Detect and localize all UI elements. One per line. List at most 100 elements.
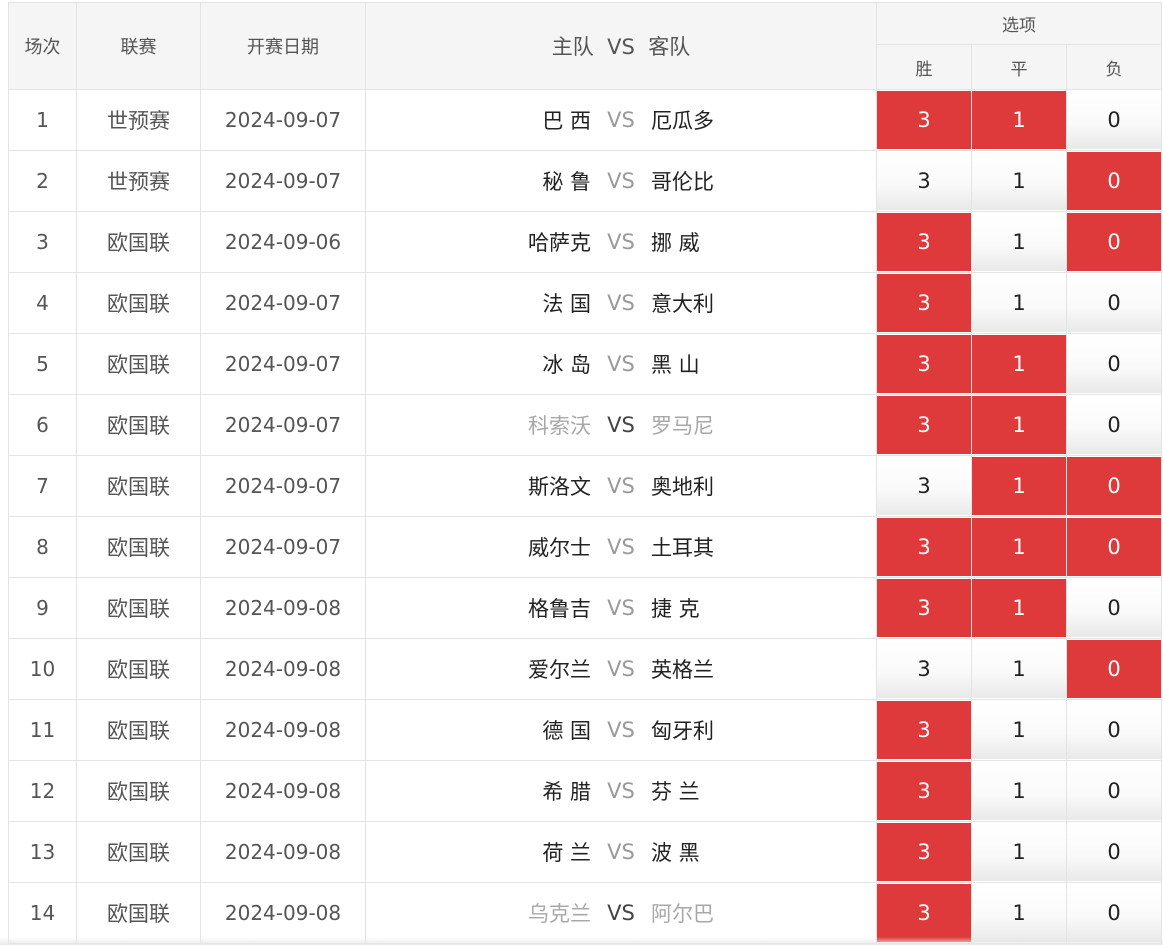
option-lose-button[interactable]: 0 <box>1067 701 1161 759</box>
table-row: 9 欧国联 2024-09-08 格鲁吉 VS 捷 克 310 <box>8 577 1162 639</box>
vs-label: VS <box>607 901 635 925</box>
row-league: 欧国联 <box>76 211 201 273</box>
option-cell: 1 <box>971 638 1067 700</box>
table-row: 13 欧国联 2024-09-08 荷 兰 VS 波 黑 310 <box>8 821 1162 883</box>
row-league: 欧国联 <box>76 516 201 578</box>
option-cell: 0 <box>1066 638 1162 700</box>
row-index: 9 <box>8 577 77 639</box>
row-index: 5 <box>8 333 77 395</box>
option-draw-button[interactable]: 1 <box>972 762 1066 820</box>
table-row: 2 世预赛 2024-09-07 秘 鲁 VS 哥伦比 3 1 0 <box>8 150 1162 212</box>
option-win-button[interactable]: 3 <box>877 640 971 698</box>
row-index: 7 <box>8 455 77 517</box>
option-lose-button[interactable]: 0 <box>1067 335 1161 393</box>
row-index: 10 <box>8 638 77 700</box>
option-win-button[interactable]: 3 <box>877 823 971 881</box>
option-lose-button[interactable]: 0 <box>1067 457 1161 515</box>
home-team: 法 国 <box>542 292 591 316</box>
option-draw-button[interactable]: 1 <box>972 884 1066 942</box>
option-win-button[interactable]: 3 <box>877 579 971 637</box>
option-draw-button[interactable]: 1 <box>972 579 1066 637</box>
option-draw-button[interactable]: 1 <box>972 396 1066 454</box>
option-win-button[interactable]: 3 <box>877 152 971 210</box>
option-draw-button[interactable]: 1 <box>972 640 1066 698</box>
home-team: 荷 兰 <box>542 841 591 865</box>
option-cell: 3 <box>876 150 972 212</box>
option-lose-button[interactable]: 0 <box>1067 518 1161 576</box>
row-index: 1 <box>8 89 77 151</box>
row-match: 乌克兰 VS 阿尔巴 <box>365 882 877 944</box>
option-cell: 0 <box>1066 699 1162 761</box>
option-win-button[interactable]: 3 <box>877 335 971 393</box>
option-draw-button[interactable]: 1 <box>972 335 1066 393</box>
option-lose-button[interactable]: 0 <box>1067 152 1161 210</box>
row-league: 世预赛 <box>76 150 201 212</box>
option-win-button[interactable]: 3 <box>877 213 971 271</box>
away-team: 捷 克 <box>651 597 700 621</box>
away-team: 厄瓜多 <box>651 109 714 133</box>
option-cell: 0 <box>1066 89 1162 151</box>
option-win-button[interactable]: 3 <box>877 518 971 576</box>
vs-label: VS <box>607 352 635 376</box>
option-lose-button[interactable]: 0 <box>1067 396 1161 454</box>
vs-label: VS <box>607 718 635 742</box>
row-league: 欧国联 <box>76 699 201 761</box>
table-row: 1 世预赛 2024-09-07 巴 西 VS 厄瓜多 3 1 0 <box>8 89 1162 151</box>
option-lose-button[interactable]: 0 <box>1067 91 1161 149</box>
option-draw-button[interactable]: 1 <box>972 274 1066 332</box>
home-team: 乌克兰 <box>528 902 591 926</box>
header-vs: VS <box>607 35 635 59</box>
home-team: 格鲁吉 <box>528 597 591 621</box>
option-cell: 1 <box>971 211 1067 273</box>
row-match: 威尔士 VS 土耳其 <box>365 516 877 578</box>
option-win-button[interactable]: 3 <box>877 884 971 942</box>
option-lose-button[interactable]: 0 <box>1067 274 1161 332</box>
option-lose-button[interactable]: 0 <box>1067 823 1161 881</box>
option-cell: 1 <box>971 272 1067 334</box>
option-draw-button[interactable]: 1 <box>972 701 1066 759</box>
header-away: 客队 <box>648 35 691 59</box>
row-index: 8 <box>8 516 77 578</box>
vs-label: VS <box>607 657 635 681</box>
option-win-button[interactable]: 3 <box>877 762 971 820</box>
away-team: 英格兰 <box>651 658 714 682</box>
option-win-button[interactable]: 3 <box>877 91 971 149</box>
vs-label: VS <box>607 474 635 498</box>
header-options: 选项 <box>876 2 1162 45</box>
option-win-button[interactable]: 3 <box>877 274 971 332</box>
option-win-button[interactable]: 3 <box>877 701 971 759</box>
option-cell: 3 <box>876 516 972 578</box>
option-draw-button[interactable]: 1 <box>972 152 1066 210</box>
away-team: 哥伦比 <box>651 170 714 194</box>
option-cell: 1 <box>971 882 1067 944</box>
option-lose-button[interactable]: 0 <box>1067 640 1161 698</box>
table-row: 7 欧国联 2024-09-07 斯洛文 VS 奥地利 3 1 0 <box>8 455 1162 517</box>
option-lose-button[interactable]: 0 <box>1067 579 1161 637</box>
option-win-button[interactable]: 3 <box>877 457 971 515</box>
table-row: 8 欧国联 2024-09-07 威尔士 VS 土耳其 3 1 0 <box>8 516 1162 578</box>
header-lose: 负 <box>1066 44 1162 90</box>
row-match: 哈萨克 VS 挪 威 <box>365 211 877 273</box>
vs-label: VS <box>607 840 635 864</box>
option-lose-button[interactable]: 0 <box>1067 762 1161 820</box>
bottom-fade <box>0 937 1163 945</box>
option-cell: 0 <box>1066 211 1162 273</box>
option-draw-button[interactable]: 1 <box>972 823 1066 881</box>
option-draw-button[interactable]: 1 <box>972 91 1066 149</box>
option-cell: 3 <box>876 89 972 151</box>
row-date: 2024-09-08 <box>200 577 366 639</box>
table-row: 14 欧国联 2024-09-08 乌克兰 VS 阿尔巴 3 1 0 <box>8 882 1162 944</box>
option-lose-button[interactable]: 0 <box>1067 884 1161 942</box>
option-cell: 3 <box>876 638 972 700</box>
option-lose-button[interactable]: 0 <box>1067 213 1161 271</box>
option-draw-button[interactable]: 1 <box>972 457 1066 515</box>
option-cell: 3 <box>876 333 972 395</box>
away-team: 挪 威 <box>651 231 700 255</box>
table-row: 3 欧国联 2024-09-06 哈萨克 VS 挪 威310 <box>8 211 1162 273</box>
option-cell: 1 <box>971 516 1067 578</box>
option-draw-button[interactable]: 1 <box>972 213 1066 271</box>
option-win-button[interactable]: 3 <box>877 396 971 454</box>
option-draw-button[interactable]: 1 <box>972 518 1066 576</box>
away-team: 波 黑 <box>651 841 700 865</box>
option-cell: 3 <box>876 760 972 822</box>
